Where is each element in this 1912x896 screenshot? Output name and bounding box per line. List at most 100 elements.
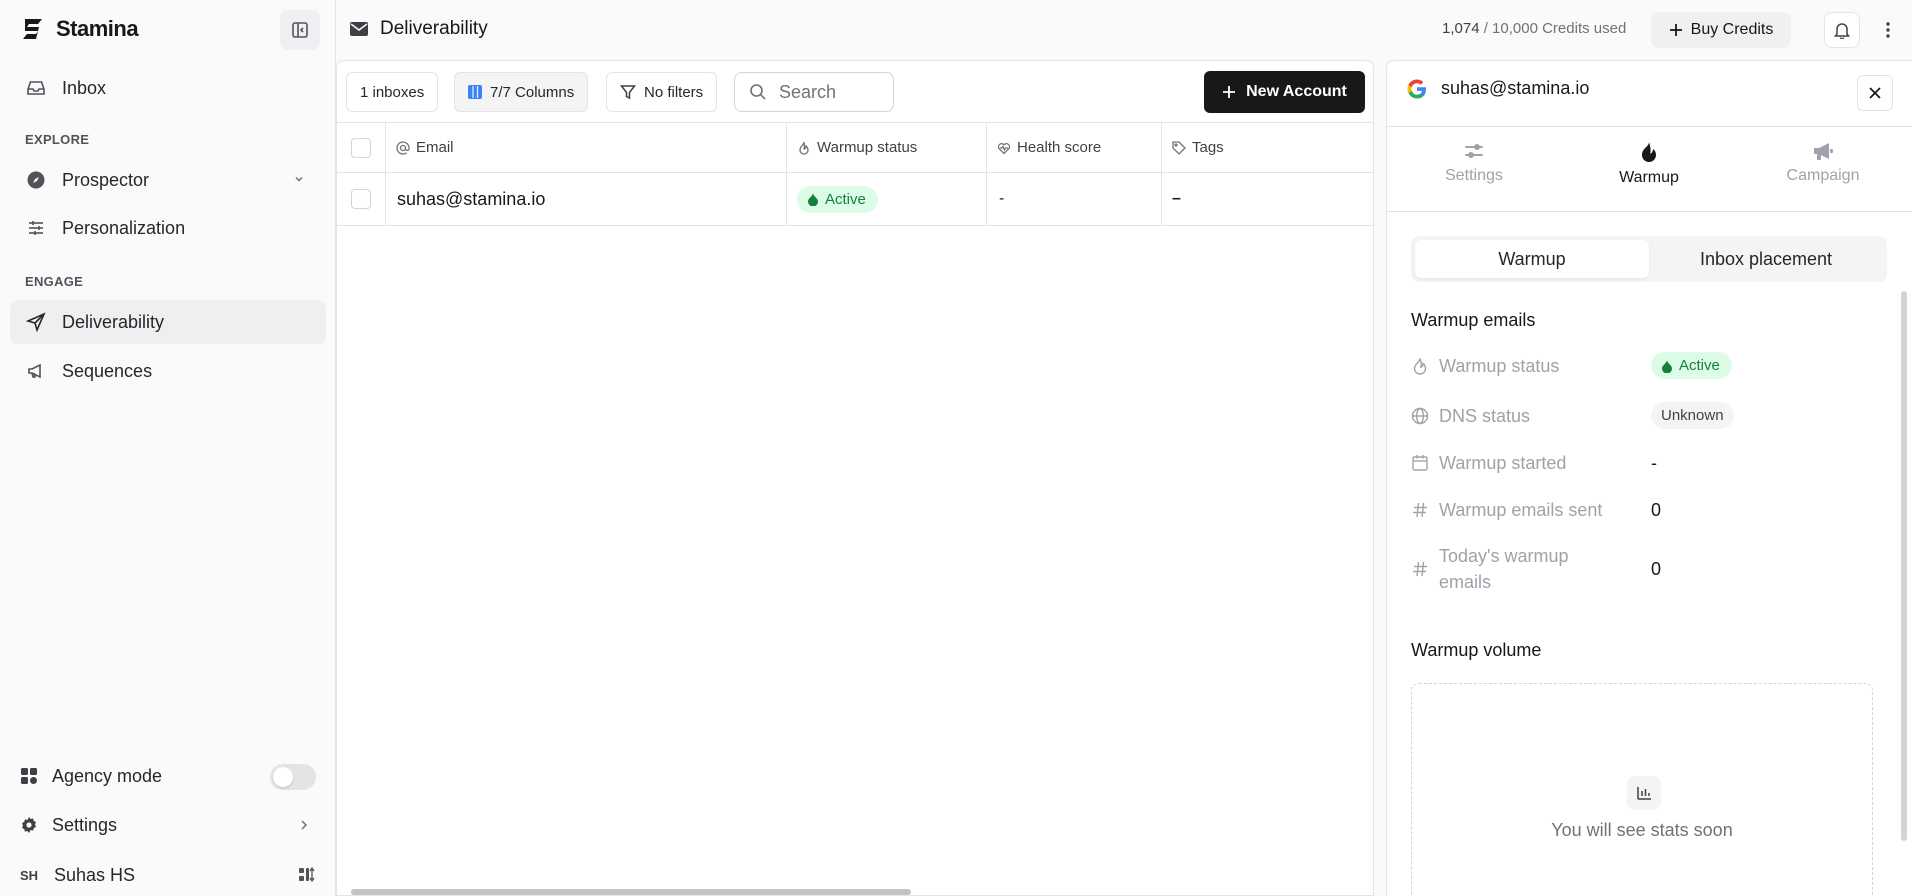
column-header-label: Tags bbox=[1192, 139, 1224, 156]
column-header-email[interactable]: Email bbox=[386, 123, 787, 172]
field-label-wrap: Today's warmup emails bbox=[1411, 543, 1651, 595]
at-sign-icon bbox=[396, 140, 410, 155]
row-checkbox[interactable] bbox=[351, 189, 371, 209]
plus-icon bbox=[1222, 85, 1236, 99]
warmup-status-badge: Active bbox=[1651, 352, 1732, 379]
chevron-down-icon bbox=[292, 172, 306, 186]
buy-credits-label: Buy Credits bbox=[1690, 21, 1774, 38]
brand[interactable]: Stamina bbox=[20, 16, 139, 42]
credits-usage: 1,074 / 10,000 Credits used bbox=[1442, 20, 1626, 37]
collapse-sidebar-button[interactable] bbox=[280, 10, 320, 50]
sidebar-item-settings[interactable]: Settings bbox=[20, 805, 316, 845]
warmup-volume-placeholder: You will see stats soon bbox=[1411, 683, 1873, 896]
inboxes-count-label: 1 inboxes bbox=[360, 83, 425, 101]
field-label: Warmup started bbox=[1439, 453, 1567, 473]
grid-icon bbox=[20, 767, 38, 785]
bell-icon bbox=[1834, 21, 1850, 39]
sidebar-item-sequences[interactable]: Sequences bbox=[10, 349, 326, 393]
page-title-text: Deliverability bbox=[380, 18, 488, 39]
sidebar-item-deliverability[interactable]: Deliverability bbox=[10, 300, 326, 344]
new-account-label: New Account bbox=[1246, 83, 1347, 100]
tag-icon bbox=[1172, 140, 1186, 155]
column-header-tags[interactable]: Tags bbox=[1162, 123, 1373, 172]
flame-icon bbox=[797, 141, 811, 155]
stamina-logo-icon bbox=[20, 16, 46, 42]
panel-scrollbar[interactable] bbox=[1901, 291, 1907, 841]
panel-account: suhas@stamina.io bbox=[1407, 78, 1589, 99]
warmup-volume-title: Warmup volume bbox=[1411, 640, 1542, 660]
buy-credits-button[interactable]: Buy Credits bbox=[1651, 12, 1791, 48]
settings-label: Settings bbox=[52, 814, 118, 835]
horizontal-scrollbar[interactable] bbox=[351, 889, 911, 895]
more-vertical-icon bbox=[1886, 22, 1890, 38]
select-all-checkbox[interactable] bbox=[351, 137, 371, 158]
send-icon bbox=[26, 312, 46, 332]
field-label-wrap: Warmup emails sent bbox=[1411, 497, 1651, 523]
column-header-label: Warmup status bbox=[817, 139, 918, 156]
column-header-email-inner: Email bbox=[396, 139, 454, 156]
table-header: Email Warmup status Health score Tags bbox=[337, 123, 1373, 173]
flame-icon bbox=[1639, 141, 1659, 163]
stats-empty-text: You will see stats soon bbox=[1551, 820, 1733, 840]
warmup-emails-title: Warmup emails bbox=[1411, 310, 1536, 330]
account-detail-panel: suhas@stamina.io Settings Warmup Campaig… bbox=[1386, 60, 1912, 896]
column-header-warmup-status[interactable]: Warmup status bbox=[787, 123, 987, 172]
tab-label: Warmup bbox=[1619, 169, 1679, 186]
sidebar-item-label: Prospector bbox=[62, 169, 150, 190]
google-icon bbox=[1407, 78, 1427, 99]
agency-mode-toggle[interactable] bbox=[270, 764, 316, 790]
warmup-status-badge: Active bbox=[797, 185, 878, 213]
row-email[interactable]: suhas@stamina.io bbox=[386, 173, 787, 225]
field-warmup-emails-sent: Warmup emails sent 0 bbox=[1411, 497, 1881, 523]
column-header-health-score[interactable]: Health score bbox=[987, 123, 1162, 172]
columns-button[interactable]: 7/7 Columns bbox=[454, 72, 589, 112]
table-row[interactable]: suhas@stamina.io Active - – bbox=[337, 173, 1373, 226]
search-input[interactable] bbox=[779, 81, 879, 103]
table-toolbar: 1 inboxes 7/7 Columns No filters New Acc… bbox=[337, 61, 1373, 123]
notifications-button[interactable] bbox=[1824, 12, 1860, 48]
field-todays-warmup-emails: Today's warmup emails 0 bbox=[1411, 543, 1881, 595]
search-field[interactable] bbox=[734, 72, 894, 112]
segment-warmup[interactable]: Warmup bbox=[1415, 240, 1649, 278]
plus-icon bbox=[1669, 23, 1683, 37]
warmup-status-value: Active bbox=[1679, 357, 1720, 374]
filters-button[interactable]: No filters bbox=[606, 72, 718, 112]
page-title: Deliverability bbox=[350, 18, 488, 40]
filter-icon bbox=[620, 84, 636, 100]
tab-settings[interactable]: Settings bbox=[1414, 141, 1534, 185]
panel-header: suhas@stamina.io bbox=[1387, 61, 1912, 127]
tab-campaign[interactable]: Campaign bbox=[1763, 141, 1883, 185]
sidebar-item-prospector[interactable]: Prospector bbox=[10, 158, 326, 202]
segment-inbox-placement[interactable]: Inbox placement bbox=[1649, 240, 1883, 278]
sidebar-item-personalization[interactable]: Personalization bbox=[10, 206, 326, 250]
credits-total: / 10,000 Credits used bbox=[1483, 20, 1627, 37]
sidebar-item-label: Personalization bbox=[62, 217, 186, 238]
close-panel-button[interactable] bbox=[1857, 75, 1893, 111]
tab-label: Campaign bbox=[1786, 167, 1860, 184]
tab-label: Settings bbox=[1445, 167, 1503, 184]
field-value: - bbox=[1651, 452, 1657, 473]
tab-warmup[interactable]: Warmup bbox=[1589, 141, 1709, 187]
column-header-warmup-inner: Warmup status bbox=[797, 139, 917, 156]
user-name: Suhas HS bbox=[54, 864, 136, 885]
calendar-icon bbox=[1411, 454, 1429, 472]
sidebar-toggle-icon bbox=[291, 21, 309, 39]
more-options-button[interactable] bbox=[1870, 12, 1906, 48]
drop-icon bbox=[807, 192, 819, 206]
user-menu[interactable]: SH Suhas HS bbox=[20, 855, 316, 895]
field-label-wrap: DNS status bbox=[1411, 403, 1651, 429]
accounts-table-panel: 1 inboxes 7/7 Columns No filters New Acc… bbox=[336, 60, 1374, 896]
hash-icon bbox=[1411, 501, 1429, 519]
column-header-label: Email bbox=[416, 139, 454, 156]
new-account-button[interactable]: New Account bbox=[1204, 71, 1365, 113]
field-label: Warmup status bbox=[1439, 355, 1560, 376]
top-bar: Deliverability 1,074 / 10,000 Credits us… bbox=[336, 0, 1912, 60]
credits-used: 1,074 bbox=[1442, 20, 1480, 37]
columns-label: 7/7 Columns bbox=[490, 83, 575, 101]
row-tags: – bbox=[1172, 190, 1181, 207]
inboxes-count-button[interactable]: 1 inboxes bbox=[346, 72, 439, 112]
megaphone-icon bbox=[26, 361, 46, 381]
field-value: 0 bbox=[1651, 499, 1662, 520]
sidebar-item-inbox[interactable]: Inbox bbox=[10, 66, 326, 110]
switch-account-icon[interactable] bbox=[298, 866, 316, 884]
